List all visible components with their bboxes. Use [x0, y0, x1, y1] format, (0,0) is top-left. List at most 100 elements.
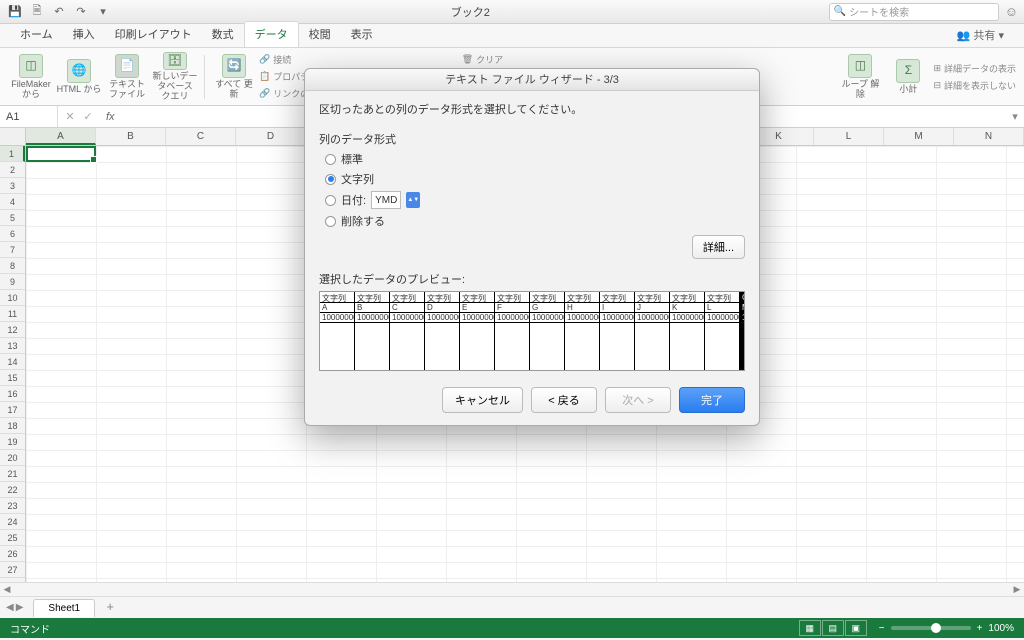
row-header-21[interactable]: 21 — [0, 466, 25, 482]
row-header-16[interactable]: 16 — [0, 386, 25, 402]
row-header-22[interactable]: 22 — [0, 482, 25, 498]
row-header-25[interactable]: 25 — [0, 530, 25, 546]
cancel-button[interactable]: キャンセル — [442, 387, 523, 413]
name-box[interactable]: A1 — [0, 106, 58, 127]
show-detail-button[interactable]: ⊞ 詳細データの表示 — [933, 61, 1016, 76]
from-filemaker-button[interactable]: ◫FileMaker から — [8, 52, 54, 102]
col-header-n[interactable]: N — [954, 128, 1024, 145]
col-header-d[interactable]: D — [236, 128, 306, 145]
share-button[interactable]: 👥 共有 ▾ — [949, 23, 1012, 47]
subtotal-button[interactable]: Σ小計 — [885, 52, 931, 102]
tab-view[interactable]: 表示 — [341, 22, 383, 47]
radio-skip[interactable]: 削除する — [325, 213, 745, 229]
expand-formula-bar-icon[interactable]: ▾ — [1006, 110, 1024, 123]
row-header-13[interactable]: 13 — [0, 338, 25, 354]
refresh-all-button[interactable]: 🔄すべて 更新 — [211, 52, 257, 102]
fx-icon[interactable]: fx — [100, 111, 121, 123]
row-header-5[interactable]: 5 — [0, 210, 25, 226]
page-layout-view-button[interactable]: ▤ — [822, 620, 844, 636]
col-header-c[interactable]: C — [166, 128, 236, 145]
row-header-18[interactable]: 18 — [0, 418, 25, 434]
zoom-control: − + 100% — [879, 623, 1014, 634]
next-sheet-icon[interactable]: ▶ — [16, 602, 24, 613]
zoom-slider[interactable] — [891, 626, 971, 630]
column-format-label: 列のデータ形式 — [319, 131, 745, 147]
text-import-wizard-dialog: テキスト ファイル ウィザード - 3/3 区切ったあとの列のデータ形式を選択し… — [304, 68, 760, 426]
sheet-tab-1[interactable]: Sheet1 — [33, 599, 95, 617]
tab-home[interactable]: ホーム — [10, 22, 63, 47]
row-header-19[interactable]: 19 — [0, 434, 25, 450]
finish-button[interactable]: 完了 — [679, 387, 745, 413]
search-input[interactable]: 🔍 シートを検索 — [829, 3, 999, 21]
row-header-14[interactable]: 14 — [0, 354, 25, 370]
scroll-right-icon[interactable]: ▶ — [1010, 584, 1024, 595]
row-header-1[interactable]: 1 — [0, 146, 25, 162]
dialog-button-row: キャンセル < 戻る 次へ > 完了 — [305, 379, 759, 425]
from-html-button[interactable]: 🌐HTML から — [56, 52, 102, 102]
row-header-24[interactable]: 24 — [0, 514, 25, 530]
row-header-8[interactable]: 8 — [0, 258, 25, 274]
row-header-17[interactable]: 17 — [0, 402, 25, 418]
tab-insert[interactable]: 挿入 — [63, 22, 105, 47]
row-header-12[interactable]: 12 — [0, 322, 25, 338]
clear-filter-button[interactable]: 🗑 クリア — [462, 52, 503, 67]
stepper-arrows-icon[interactable]: ▲▼ — [406, 192, 420, 208]
select-all-corner[interactable] — [0, 128, 26, 145]
row-header-27[interactable]: 27 — [0, 562, 25, 578]
tab-page-layout[interactable]: 印刷レイアウト — [105, 22, 202, 47]
row-header-9[interactable]: 9 — [0, 274, 25, 290]
date-format-select[interactable]: YMD — [371, 191, 401, 209]
ungroup-button[interactable]: ◫ループ 解除 — [837, 52, 883, 102]
radio-text[interactable]: 文字列 — [325, 171, 745, 187]
row-header-10[interactable]: 10 — [0, 290, 25, 306]
col-header-b[interactable]: B — [96, 128, 166, 145]
zoom-out-button[interactable]: − — [879, 623, 885, 634]
confirm-edit-icon[interactable]: ✓ — [80, 110, 96, 123]
print-icon[interactable]: 🗎 — [28, 3, 46, 21]
row-header-3[interactable]: 3 — [0, 178, 25, 194]
tab-review[interactable]: 校閲 — [299, 22, 341, 47]
new-db-query-button[interactable]: 🗄新しいデータベース クエリ — [152, 52, 198, 102]
row-header-7[interactable]: 7 — [0, 242, 25, 258]
col-header-m[interactable]: M — [884, 128, 954, 145]
horizontal-scrollbar[interactable]: ◀ ▶ — [0, 582, 1024, 596]
save-icon[interactable]: 💾 — [6, 3, 24, 21]
next-button: 次へ > — [605, 387, 671, 413]
col-header-a[interactable]: A — [26, 128, 96, 145]
normal-view-button[interactable]: ▦ — [799, 620, 821, 636]
sheet-tab-strip: ◀ ▶ Sheet1 + — [0, 596, 1024, 618]
hide-detail-button[interactable]: ⊟ 詳細を表示しない — [933, 78, 1016, 93]
row-header-15[interactable]: 15 — [0, 370, 25, 386]
prev-sheet-icon[interactable]: ◀ — [6, 602, 14, 613]
row-header-23[interactable]: 23 — [0, 498, 25, 514]
zoom-in-button[interactable]: + — [977, 623, 983, 634]
details-button[interactable]: 詳細... — [692, 235, 745, 259]
radio-general[interactable]: 標準 — [325, 151, 745, 167]
preview-label: 選択したデータのプレビュー: — [319, 271, 745, 287]
row-header-4[interactable]: 4 — [0, 194, 25, 210]
feedback-icon[interactable]: ☺ — [1005, 4, 1018, 19]
from-text-button[interactable]: 📄テキスト ファイル — [104, 52, 150, 102]
cancel-edit-icon[interactable]: ✕ — [62, 110, 78, 123]
row-header-2[interactable]: 2 — [0, 162, 25, 178]
col-header-l[interactable]: L — [814, 128, 884, 145]
scroll-left-icon[interactable]: ◀ — [0, 584, 14, 595]
active-cell[interactable] — [26, 146, 96, 162]
qat-more-icon[interactable]: ▾ — [94, 3, 112, 21]
tab-formulas[interactable]: 数式 — [202, 22, 244, 47]
radio-date[interactable]: 日付: YMD▲▼ — [325, 191, 745, 209]
connections-button[interactable]: 🔗 接続 — [259, 52, 318, 67]
view-buttons: ▦ ▤ ▣ — [799, 620, 867, 636]
row-header-6[interactable]: 6 — [0, 226, 25, 242]
data-preview[interactable]: 文字列A1000000001文字列B1000000002文字列C10000000… — [319, 291, 745, 371]
row-header-20[interactable]: 20 — [0, 450, 25, 466]
add-sheet-button[interactable]: + — [101, 599, 119, 617]
page-break-view-button[interactable]: ▣ — [845, 620, 867, 636]
row-header-11[interactable]: 11 — [0, 306, 25, 322]
undo-icon[interactable]: ↶ — [50, 3, 68, 21]
back-button[interactable]: < 戻る — [531, 387, 597, 413]
tab-data[interactable]: データ — [244, 21, 299, 47]
redo-icon[interactable]: ↷ — [72, 3, 90, 21]
zoom-level: 100% — [988, 623, 1014, 634]
row-header-26[interactable]: 26 — [0, 546, 25, 562]
